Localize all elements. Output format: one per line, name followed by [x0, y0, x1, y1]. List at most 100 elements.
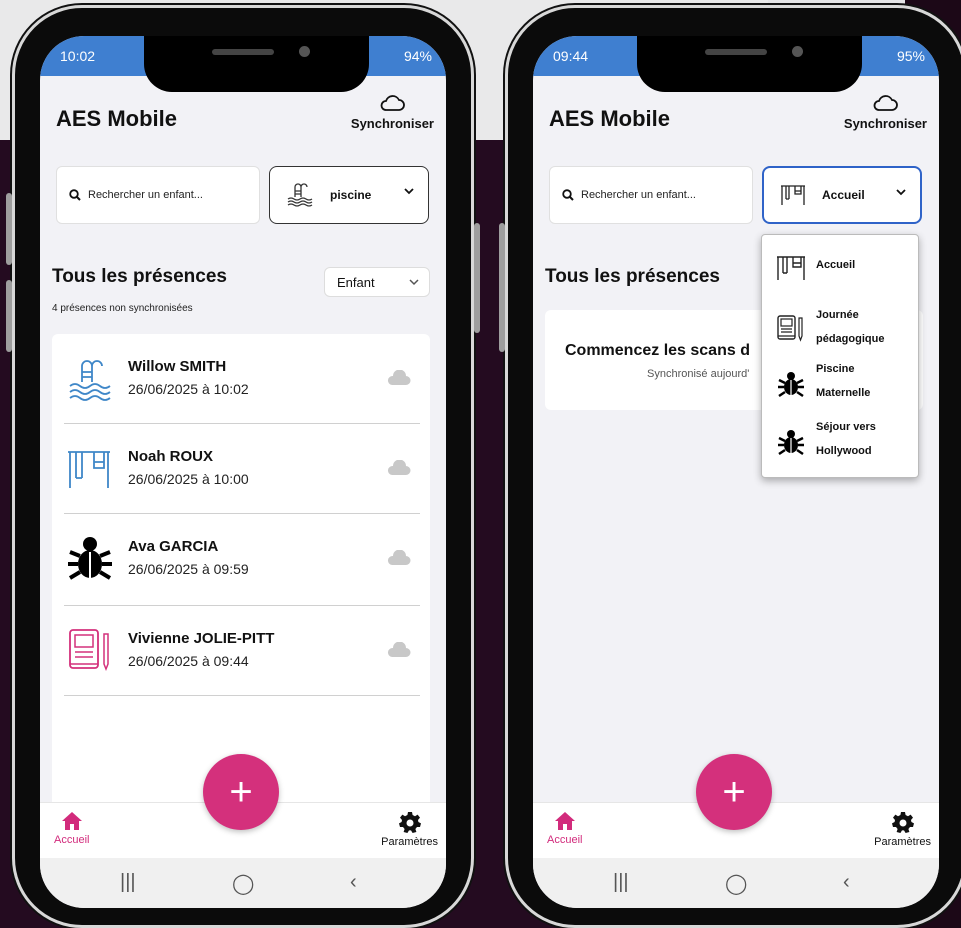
child-name: Noah ROUX	[128, 448, 214, 465]
notebook-icon	[777, 315, 803, 342]
scan-date: 26/06/2025 à 10:00	[128, 471, 249, 487]
activity-select[interactable]: Accueil	[762, 166, 922, 224]
plus-icon: +	[722, 769, 746, 814]
cloud-icon	[387, 370, 411, 385]
search-icon	[562, 189, 574, 201]
bug-icon	[68, 537, 112, 580]
child-name: Willow SMITH	[128, 358, 227, 375]
activity-label: piscine	[330, 188, 372, 202]
chevron-down-icon	[404, 188, 414, 195]
plus-icon: +	[229, 769, 253, 814]
sync-button[interactable]: Synchroniser	[351, 94, 434, 131]
search-placeholder: Rechercher un enfant...	[581, 189, 696, 201]
cloud-icon	[381, 95, 406, 111]
list-item[interactable]: Vivienne JOLIE-PITT 26/06/2025 à 09:44	[64, 606, 420, 696]
sort-label: Enfant	[337, 274, 375, 290]
home-icon	[61, 812, 82, 830]
search-input[interactable]: Rechercher un enfant...	[56, 166, 260, 224]
activity-select[interactable]: piscine	[269, 166, 429, 224]
list-item[interactable]: Willow SMITH 26/06/2025 à 10:02	[64, 334, 420, 424]
power-button	[499, 280, 505, 352]
nav-home-label: Accueil	[547, 834, 583, 846]
nav-settings[interactable]: Paramètres	[874, 811, 931, 848]
bug-icon	[778, 430, 804, 456]
sync-label: Synchroniser	[843, 116, 927, 131]
back-icon[interactable]: ‹	[843, 871, 850, 894]
dropdown-item-label: Séjour vers Hollywood	[816, 421, 876, 457]
list-item[interactable]: Ava GARCIA 26/06/2025 à 09:59	[64, 514, 420, 606]
dropdown-item-sejour[interactable]: Séjour vers Hollywood	[776, 415, 916, 469]
cloud-icon	[874, 95, 899, 111]
chevron-down-icon	[896, 189, 906, 196]
playground-icon	[68, 451, 110, 488]
status-time: 10:02	[60, 48, 96, 64]
nav-settings[interactable]: Paramètres	[381, 811, 438, 848]
screen-left: 10:02 94% AES Mobile Synchroniser Recher…	[40, 36, 446, 908]
unsynced-count: 4 présences non synchronisées	[52, 303, 193, 314]
system-nav: ||| ◯ ‹	[40, 858, 446, 908]
empty-title: Commencez les scans d	[565, 342, 750, 359]
cloud-icon	[387, 550, 411, 565]
dropdown-item-piscine[interactable]: Piscine Maternelle	[776, 357, 916, 411]
dropdown-item-accueil[interactable]: Accueil	[776, 241, 916, 295]
dropdown-item-label: Piscine Maternelle	[816, 363, 871, 399]
list-item[interactable]: Noah ROUX 26/06/2025 à 10:00	[64, 424, 420, 514]
notch	[144, 36, 369, 92]
sort-select[interactable]: Enfant	[324, 267, 430, 297]
search-input[interactable]: Rechercher un enfant...	[549, 166, 753, 224]
add-scan-button[interactable]: +	[696, 754, 772, 830]
back-icon[interactable]: ‹	[350, 871, 357, 894]
home-system-icon[interactable]: ◯	[232, 871, 254, 896]
chevron-down-icon	[409, 279, 419, 286]
sync-label: Synchroniser	[350, 116, 434, 131]
pool-icon	[287, 183, 313, 207]
cloud-icon	[387, 642, 411, 657]
nav-home[interactable]: Accueil	[54, 811, 89, 846]
activity-dropdown-menu: Accueil Journée pédagogique Piscine Matern…	[761, 234, 919, 478]
playground-icon	[781, 185, 805, 205]
system-nav: ||| ◯ ‹	[533, 858, 939, 908]
activity-label: Accueil	[822, 188, 865, 202]
status-time: 09:44	[553, 48, 589, 64]
playground-icon	[777, 256, 805, 280]
nav-home-label: Accueil	[54, 834, 90, 846]
gear-icon	[398, 812, 421, 833]
status-battery: 95%	[896, 48, 925, 64]
dropdown-item-label: Accueil	[816, 259, 856, 271]
dropdown-item-label: Journée pédagogique	[816, 309, 885, 345]
home-system-icon[interactable]: ◯	[725, 871, 747, 896]
scan-date: 26/06/2025 à 09:44	[128, 653, 249, 669]
status-battery: 94%	[403, 48, 432, 64]
app-title: AES Mobile	[56, 106, 178, 131]
volume-button	[6, 193, 12, 265]
sync-button[interactable]: Synchroniser	[844, 94, 927, 131]
scan-date: 26/06/2025 à 10:02	[128, 381, 249, 397]
search-placeholder: Rechercher un enfant...	[88, 189, 203, 201]
notebook-icon	[69, 629, 109, 672]
section-title: Tous les présences	[545, 266, 720, 287]
nav-settings-label: Paramètres	[381, 836, 438, 848]
nav-settings-label: Paramètres	[874, 836, 931, 848]
side-button	[474, 223, 480, 333]
search-icon	[69, 189, 81, 201]
phone-right: 09:44 95% AES Mobile Synchroniser Recher…	[499, 5, 961, 928]
nav-home[interactable]: Accueil	[547, 811, 582, 846]
scan-date: 26/06/2025 à 09:59	[128, 561, 249, 577]
notch	[637, 36, 862, 92]
recents-icon[interactable]: |||	[120, 871, 136, 894]
attendance-list: Willow SMITH 26/06/2025 à 10:02 Noah ROU…	[52, 334, 430, 814]
child-name: Vivienne JOLIE-PITT	[128, 630, 275, 647]
phone-left: 10:02 94% AES Mobile Synchroniser Recher…	[6, 5, 480, 928]
dropdown-item-journee[interactable]: Journée pédagogique	[776, 301, 916, 355]
cloud-icon	[387, 460, 411, 475]
empty-subtitle: Synchronisé aujourd'	[647, 368, 750, 380]
recents-icon[interactable]: |||	[613, 871, 629, 894]
app-title: AES Mobile	[549, 106, 671, 131]
power-button	[6, 280, 12, 352]
screen-right: 09:44 95% AES Mobile Synchroniser Recher…	[533, 36, 939, 908]
child-name: Ava GARCIA	[128, 538, 219, 555]
section-title: Tous les présences	[52, 266, 227, 287]
gear-icon	[891, 812, 914, 833]
add-scan-button[interactable]: +	[203, 754, 279, 830]
bug-icon	[778, 372, 804, 398]
